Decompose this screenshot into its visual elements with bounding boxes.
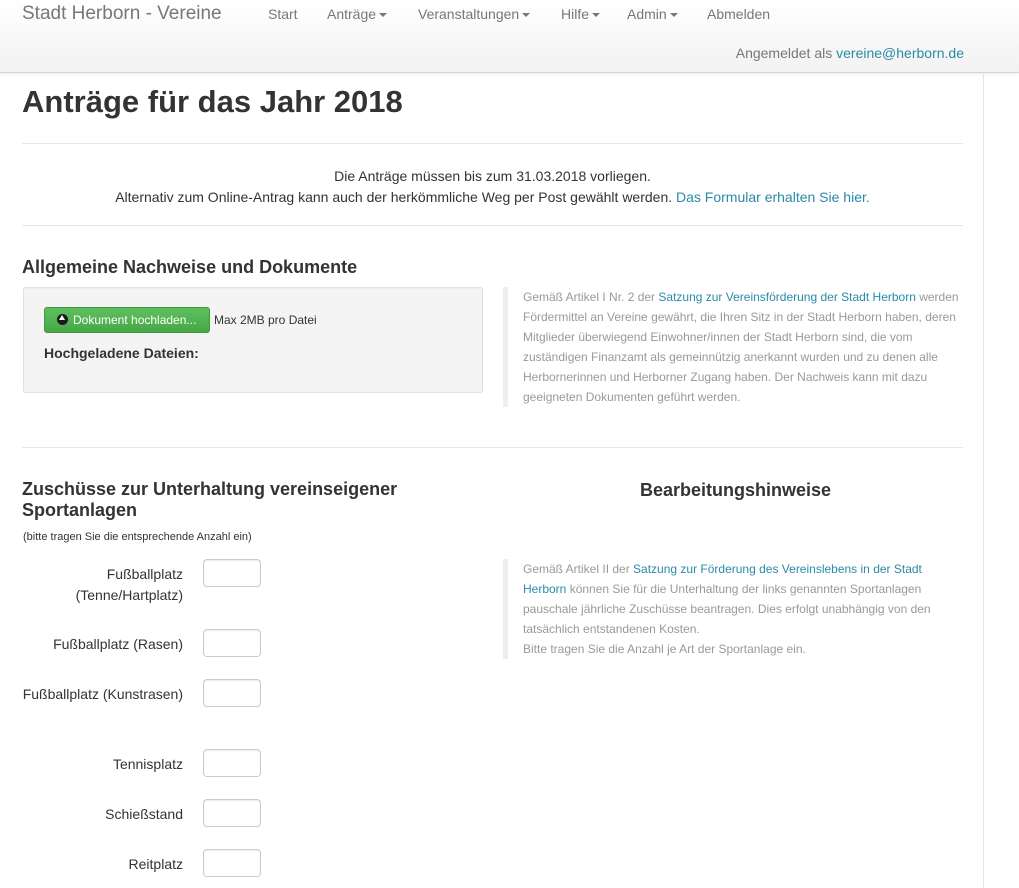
- nav-hilfe-dropdown[interactable]: Hilfe: [561, 6, 601, 22]
- field-label: Fußballplatz (Tenne/Hartplatz): [75, 566, 183, 603]
- page-title: Anträge für das Jahr 2018: [22, 84, 403, 119]
- upload-button-label: Dokument hochladen...: [73, 313, 197, 327]
- nav-abmelden[interactable]: Abmelden: [707, 6, 770, 22]
- quantity-input-schiessstand[interactable]: [203, 799, 261, 827]
- login-status: Angemeldet als vereine@herborn.de: [736, 45, 964, 61]
- nav-hilfe-label: Hilfe: [561, 6, 590, 22]
- brand-title[interactable]: Stadt Herborn - Vereine: [22, 3, 222, 25]
- max-size-hint: Max 2MB pro Datei: [214, 313, 317, 327]
- processing-heading: Bearbeitungshinweise: [640, 480, 832, 500]
- upload-document-button[interactable]: Dokument hochladen...: [44, 307, 210, 333]
- field-label: Tennisplatz: [112, 756, 183, 772]
- divider: [22, 225, 963, 226]
- upload-arrow-icon: [57, 314, 68, 325]
- note-prefix: Gemäß Artikel II der: [523, 562, 630, 576]
- statute-link[interactable]: Satzung zur Vereinsförderung der Stadt H…: [658, 290, 915, 304]
- note-prefix: Gemäß Artikel I Nr. 2 der: [523, 290, 656, 304]
- nav-start-label: Start: [268, 6, 298, 22]
- field-label: Reitplatz: [128, 856, 183, 872]
- caret-down-icon: [669, 13, 678, 18]
- documents-heading: Allgemeine Nachweise und Dokumente: [22, 257, 358, 277]
- note-instruction: Bitte tragen Sie die Anzahl je Art der S…: [523, 642, 806, 656]
- quantity-input-tennis[interactable]: [203, 749, 261, 777]
- postal-alternative: Alternativ zum Online-Antrag kann auch d…: [22, 187, 963, 208]
- container-border: [983, 72, 984, 888]
- form-download-link[interactable]: Das Formular erhalten Sie hier.: [676, 189, 870, 205]
- quantity-input-rasen[interactable]: [203, 629, 261, 657]
- divider: [22, 447, 963, 448]
- upload-panel: Dokument hochladen... Max 2MB pro Datei …: [23, 287, 483, 393]
- postal-text: Alternativ zum Online-Antrag kann auch d…: [115, 189, 673, 205]
- quantity-input-kunstrasen[interactable]: [203, 679, 261, 707]
- login-prefix: Angemeldet als: [735, 45, 833, 61]
- deadline-text: Die Anträge müssen bis zum 31.03.2018 vo…: [334, 168, 651, 184]
- quantity-input-reitplatz[interactable]: [203, 849, 261, 877]
- note-body: werden Fördermittel an Vereine gewährt, …: [523, 290, 959, 404]
- field-label: Schießstand: [105, 806, 183, 822]
- nav-start[interactable]: Start: [268, 6, 298, 22]
- quantity-input-tenne[interactable]: [203, 559, 261, 587]
- nav-admin-dropdown[interactable]: Admin: [627, 6, 678, 22]
- sports-hint: (bitte tragen Sie die entsprechende Anza…: [23, 531, 252, 543]
- processing-info-note: Gemäß Artikel II der Satzung zur Förderu…: [503, 559, 963, 659]
- nav-veranstaltungen-label: Veranstaltungen: [418, 6, 520, 22]
- sports-heading: Zuschüsse zur Unterhaltung vereinseigene…: [22, 479, 398, 520]
- field-label: Fußballplatz (Rasen): [53, 636, 183, 652]
- caret-down-icon: [379, 13, 388, 18]
- caret-down-icon: [522, 13, 531, 18]
- nav-admin-label: Admin: [627, 6, 667, 22]
- note-body: können Sie für die Unterhaltung der link…: [523, 582, 931, 636]
- nav-veranstaltungen-dropdown[interactable]: Veranstaltungen: [418, 6, 531, 22]
- nav-antraege-dropdown[interactable]: Anträge: [327, 6, 388, 22]
- field-label: Fußballplatz (Kunstrasen): [22, 686, 183, 702]
- nav-antraege-label: Anträge: [327, 6, 377, 22]
- deadline-notice: Die Anträge müssen bis zum 31.03.2018 vo…: [22, 166, 963, 208]
- divider: [22, 143, 963, 144]
- user-email-link[interactable]: vereine@herborn.de: [836, 45, 964, 61]
- documents-info-note: Gemäß Artikel I Nr. 2 der Satzung zur Ve…: [503, 287, 965, 407]
- caret-down-icon: [592, 13, 601, 18]
- nav-abmelden-label: Abmelden: [707, 6, 771, 22]
- top-navbar: Stadt Herborn - Vereine Start Anträge Ve…: [0, 0, 1019, 73]
- uploaded-files-heading: Hochgeladene Dateien:: [44, 345, 199, 361]
